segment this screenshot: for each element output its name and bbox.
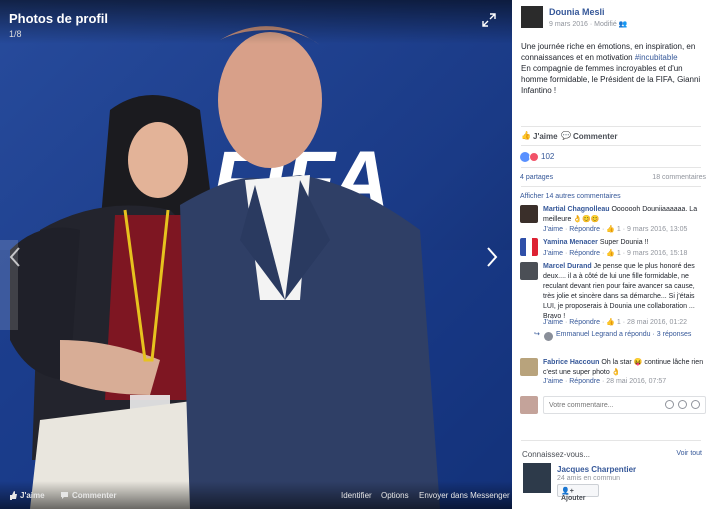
photo-viewer: FIFA Photos de profil 1/8 J'aime Comment… [0,0,512,509]
comment-bubble-icon [61,492,68,499]
previous-arrow-icon[interactable] [8,246,22,268]
like-count-icon: 👍 [606,226,615,233]
comment: Yamina Menacer Super Dounia !! J'aime · … [520,238,706,260]
tag-photo-button[interactable]: Identifier [341,491,372,500]
suggestions-heading: Connaissez-vous... [522,450,591,459]
divider [521,440,701,441]
suggestion-avatar[interactable] [523,463,551,493]
see-all-link[interactable]: Voir tout [676,450,702,457]
current-user-avatar [520,396,538,414]
comment-footer: J'aime · Répondre · 👍 1 · 9 mars 2016, 1… [543,250,688,257]
reply-arrow-icon: ↪ [534,331,540,338]
camera-icon[interactable] [677,400,687,409]
audience-friends-icon[interactable]: 👥 [619,21,628,28]
suggestion-name[interactable]: Jacques Charpentier [557,465,636,474]
comment-icon: 💬 [561,131,571,140]
add-friend-button[interactable]: 👤+ Ajouter [557,484,599,502]
post-panel: Dounia Mesli 9 mars 2016 · Modifié 👥 Une… [512,0,710,509]
send-messenger-button[interactable]: Envoyer dans Messenger [419,491,510,500]
photo: FIFA [0,0,512,509]
reactions-count[interactable]: 102 [541,152,554,161]
love-reaction-icon [529,152,539,162]
options-button[interactable]: Options [381,491,409,500]
author-avatar[interactable] [521,6,543,28]
comment-reply-link[interactable]: Répondre [569,378,600,385]
divider [521,145,701,146]
like-count-icon: 👍 [606,319,615,326]
write-comment-row [520,396,706,416]
comment-reply-link[interactable]: Répondre [569,250,600,257]
viewer-like-button[interactable]: J'aime [20,491,45,500]
comment-footer: J'aime · Répondre · 28 mai 2016, 07:57 [543,378,667,385]
comment-reply-link[interactable]: Répondre [569,226,600,233]
like-thumb-icon [10,491,17,500]
add-friend-icon: 👤+ [561,488,574,495]
photo-counter: 1/8 [9,29,22,39]
post-date[interactable]: 9 mars 2016 [549,21,588,28]
album-title: Photos de profil [9,11,108,26]
divider [521,186,701,187]
comment-like-link[interactable]: J'aime [543,319,563,326]
post-meta: 9 mars 2016 · Modifié 👥 [549,21,628,28]
like-icon: 👍 [521,131,531,140]
divider [521,167,701,168]
sticker-icon[interactable] [691,400,700,409]
mutual-friends[interactable]: 24 amis en commun [557,475,620,482]
comment-button[interactable]: Commenter [573,132,617,141]
emoji-icon[interactable] [664,400,674,409]
comment-reply-link[interactable]: Répondre [569,319,600,326]
replier-avatar [544,332,553,341]
expand-icon[interactable] [482,13,496,27]
comment-like-link[interactable]: J'aime [543,226,563,233]
next-arrow-icon[interactable] [485,246,499,268]
author-name[interactable]: Dounia Mesli [549,7,605,17]
commenter-avatar[interactable] [520,238,538,256]
divider [521,126,701,127]
commenter-name[interactable]: Marcel Durand [543,263,592,270]
like-button[interactable]: J'aime [533,132,558,141]
comments-count[interactable]: 18 commentaires [652,174,706,181]
comment: Marcel Durand Je pense que le plus honor… [520,262,706,328]
comment: Martial Chagnolleau Ooooooh Douniiaaaaaa… [520,205,706,235]
comment-like-link[interactable]: J'aime [543,378,563,385]
hashtag-link[interactable]: #incubitable [635,53,678,62]
comment-footer: J'aime · Répondre · 👍 1 · 9 mars 2016, 1… [543,226,688,233]
commenter-avatar[interactable] [520,262,538,280]
comment-footer: J'aime · Répondre · 👍 1 · 28 mai 2016, 0… [543,319,687,326]
comment: Fabrice Haccoun Oh la star 😝 continue lâ… [520,358,706,388]
like-count-icon: 👍 [606,250,615,257]
shares-link[interactable]: 4 partages [520,174,553,181]
more-comments-link[interactable]: Afficher 14 autres commentaires [520,193,621,200]
commenter-name[interactable]: Yamina Menacer [543,239,598,246]
post-text: Une journée riche en émotions, en inspir… [521,42,701,95]
edited-label[interactable]: Modifié [594,21,617,28]
commenter-name[interactable]: Martial Chagnolleau [543,206,610,213]
commenter-avatar[interactable] [520,358,538,376]
commenter-avatar[interactable] [520,205,538,223]
commenter-name[interactable]: Fabrice Haccoun [543,359,599,366]
viewer-comment-button[interactable]: Commenter [72,491,116,500]
comment-like-link[interactable]: J'aime [543,250,563,257]
